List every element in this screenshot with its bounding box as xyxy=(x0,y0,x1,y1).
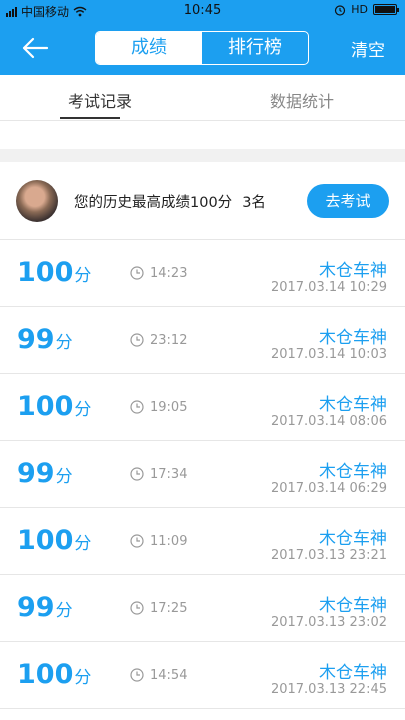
record-score: 100分 xyxy=(17,259,91,286)
record-row[interactable]: 100分 14:23 木仓车神 2017.03.14 10:29 xyxy=(0,240,405,307)
record-row[interactable]: 99分 23:12 木仓车神 2017.03.14 10:03 xyxy=(0,307,405,374)
record-username: 木仓车神 xyxy=(319,663,387,683)
record-duration: 11:09 xyxy=(150,534,188,549)
record-row[interactable]: 100分 11:09 木仓车神 2017.03.13 23:21 xyxy=(0,508,405,575)
record-date: 2017.03.14 06:29 xyxy=(270,481,387,496)
status-right: HD xyxy=(334,3,399,16)
battery-icon xyxy=(373,4,399,15)
record-score: 100分 xyxy=(17,661,91,688)
score-value: 99 xyxy=(17,324,55,355)
score-unit: 分 xyxy=(55,601,73,621)
record-score: 100分 xyxy=(17,527,91,554)
take-exam-button[interactable]: 去考试 xyxy=(307,184,389,218)
score-unit: 分 xyxy=(74,266,92,286)
record-date: 2017.03.13 23:02 xyxy=(270,615,387,630)
record-date: 2017.03.14 08:06 xyxy=(270,414,387,429)
clock-icon xyxy=(130,534,144,548)
clock-icon xyxy=(130,333,144,347)
record-score: 100分 xyxy=(17,393,91,420)
scrolled-summary-remnant xyxy=(0,121,405,149)
best-rank: 3名 xyxy=(242,195,266,211)
segmented-control: 成绩 排行榜 xyxy=(95,31,309,65)
score-unit: 分 xyxy=(74,534,92,554)
record-duration: 14:23 xyxy=(150,266,188,281)
score-unit: 分 xyxy=(74,668,92,688)
score-unit: 分 xyxy=(74,400,92,420)
record-date: 2017.03.14 10:03 xyxy=(270,347,387,362)
record-username: 木仓车神 xyxy=(319,261,387,281)
clock-icon xyxy=(130,266,144,280)
clock-icon xyxy=(130,400,144,414)
score-unit: 分 xyxy=(55,467,73,487)
best-score-text: 您的历史最高成绩100分 3名 xyxy=(74,191,266,212)
clear-button[interactable]: 清空 xyxy=(351,36,385,61)
record-row[interactable]: 100分 19:05 木仓车神 2017.03.14 08:06 xyxy=(0,374,405,441)
records-list: 100分 14:23 木仓车神 2017.03.14 10:29 99分 23:12 木仓车… xyxy=(0,240,405,709)
score-value: 100 xyxy=(17,525,74,556)
record-date: 2017.03.13 22:45 xyxy=(270,682,387,697)
record-score: 99分 xyxy=(17,326,73,353)
segment-ranking[interactable]: 排行榜 xyxy=(202,32,308,64)
record-duration: 14:54 xyxy=(150,668,188,683)
score-value: 100 xyxy=(17,659,74,690)
record-score: 99分 xyxy=(17,460,73,487)
nav-bar: 成绩 排行榜 清空 xyxy=(0,22,405,75)
score-unit: 分 xyxy=(55,333,73,353)
record-row[interactable]: 100分 14:54 木仓车神 2017.03.13 22:45 xyxy=(0,642,405,709)
avatar[interactable] xyxy=(16,180,58,222)
back-arrow-icon[interactable] xyxy=(20,36,50,60)
score-value: 99 xyxy=(17,458,55,489)
record-username: 木仓车神 xyxy=(319,462,387,482)
active-tab-indicator xyxy=(60,117,120,119)
record-row[interactable]: 99分 17:25 木仓车神 2017.03.13 23:02 xyxy=(0,575,405,642)
score-value: 100 xyxy=(17,391,74,422)
record-date: 2017.03.14 10:29 xyxy=(270,280,387,295)
tab-bar: 考试记录 数据统计 xyxy=(0,75,405,120)
header: 中国移动 10:45 HD 成绩 排行榜 清空 xyxy=(0,0,405,75)
record-row[interactable]: 99分 17:34 木仓车神 2017.03.14 06:29 xyxy=(0,441,405,508)
record-username: 木仓车神 xyxy=(319,328,387,348)
record-duration: 23:12 xyxy=(150,333,188,348)
tab-exam-records[interactable]: 考试记录 xyxy=(68,88,132,112)
best-score-row: 您的历史最高成绩100分 3名 去考试 xyxy=(0,162,405,240)
record-duration: 17:34 xyxy=(150,467,188,482)
score-value: 99 xyxy=(17,592,55,623)
section-gap xyxy=(0,149,405,162)
hd-indicator: HD xyxy=(351,3,368,16)
record-date: 2017.03.13 23:21 xyxy=(270,548,387,563)
clock-icon xyxy=(130,601,144,615)
record-username: 木仓车神 xyxy=(319,529,387,549)
status-bar: 中国移动 10:45 HD xyxy=(0,0,405,22)
tab-statistics[interactable]: 数据统计 xyxy=(270,88,334,112)
record-duration: 17:25 xyxy=(150,601,188,616)
record-username: 木仓车神 xyxy=(319,395,387,415)
record-score: 99分 xyxy=(17,594,73,621)
record-duration: 19:05 xyxy=(150,400,188,415)
alarm-icon xyxy=(335,4,346,16)
score-value: 100 xyxy=(17,257,74,288)
segment-scores[interactable]: 成绩 xyxy=(96,32,202,64)
clock-icon xyxy=(130,467,144,481)
best-score-label: 您的历史最高成绩100分 xyxy=(74,195,233,211)
record-username: 木仓车神 xyxy=(319,596,387,616)
clock-icon xyxy=(130,668,144,682)
